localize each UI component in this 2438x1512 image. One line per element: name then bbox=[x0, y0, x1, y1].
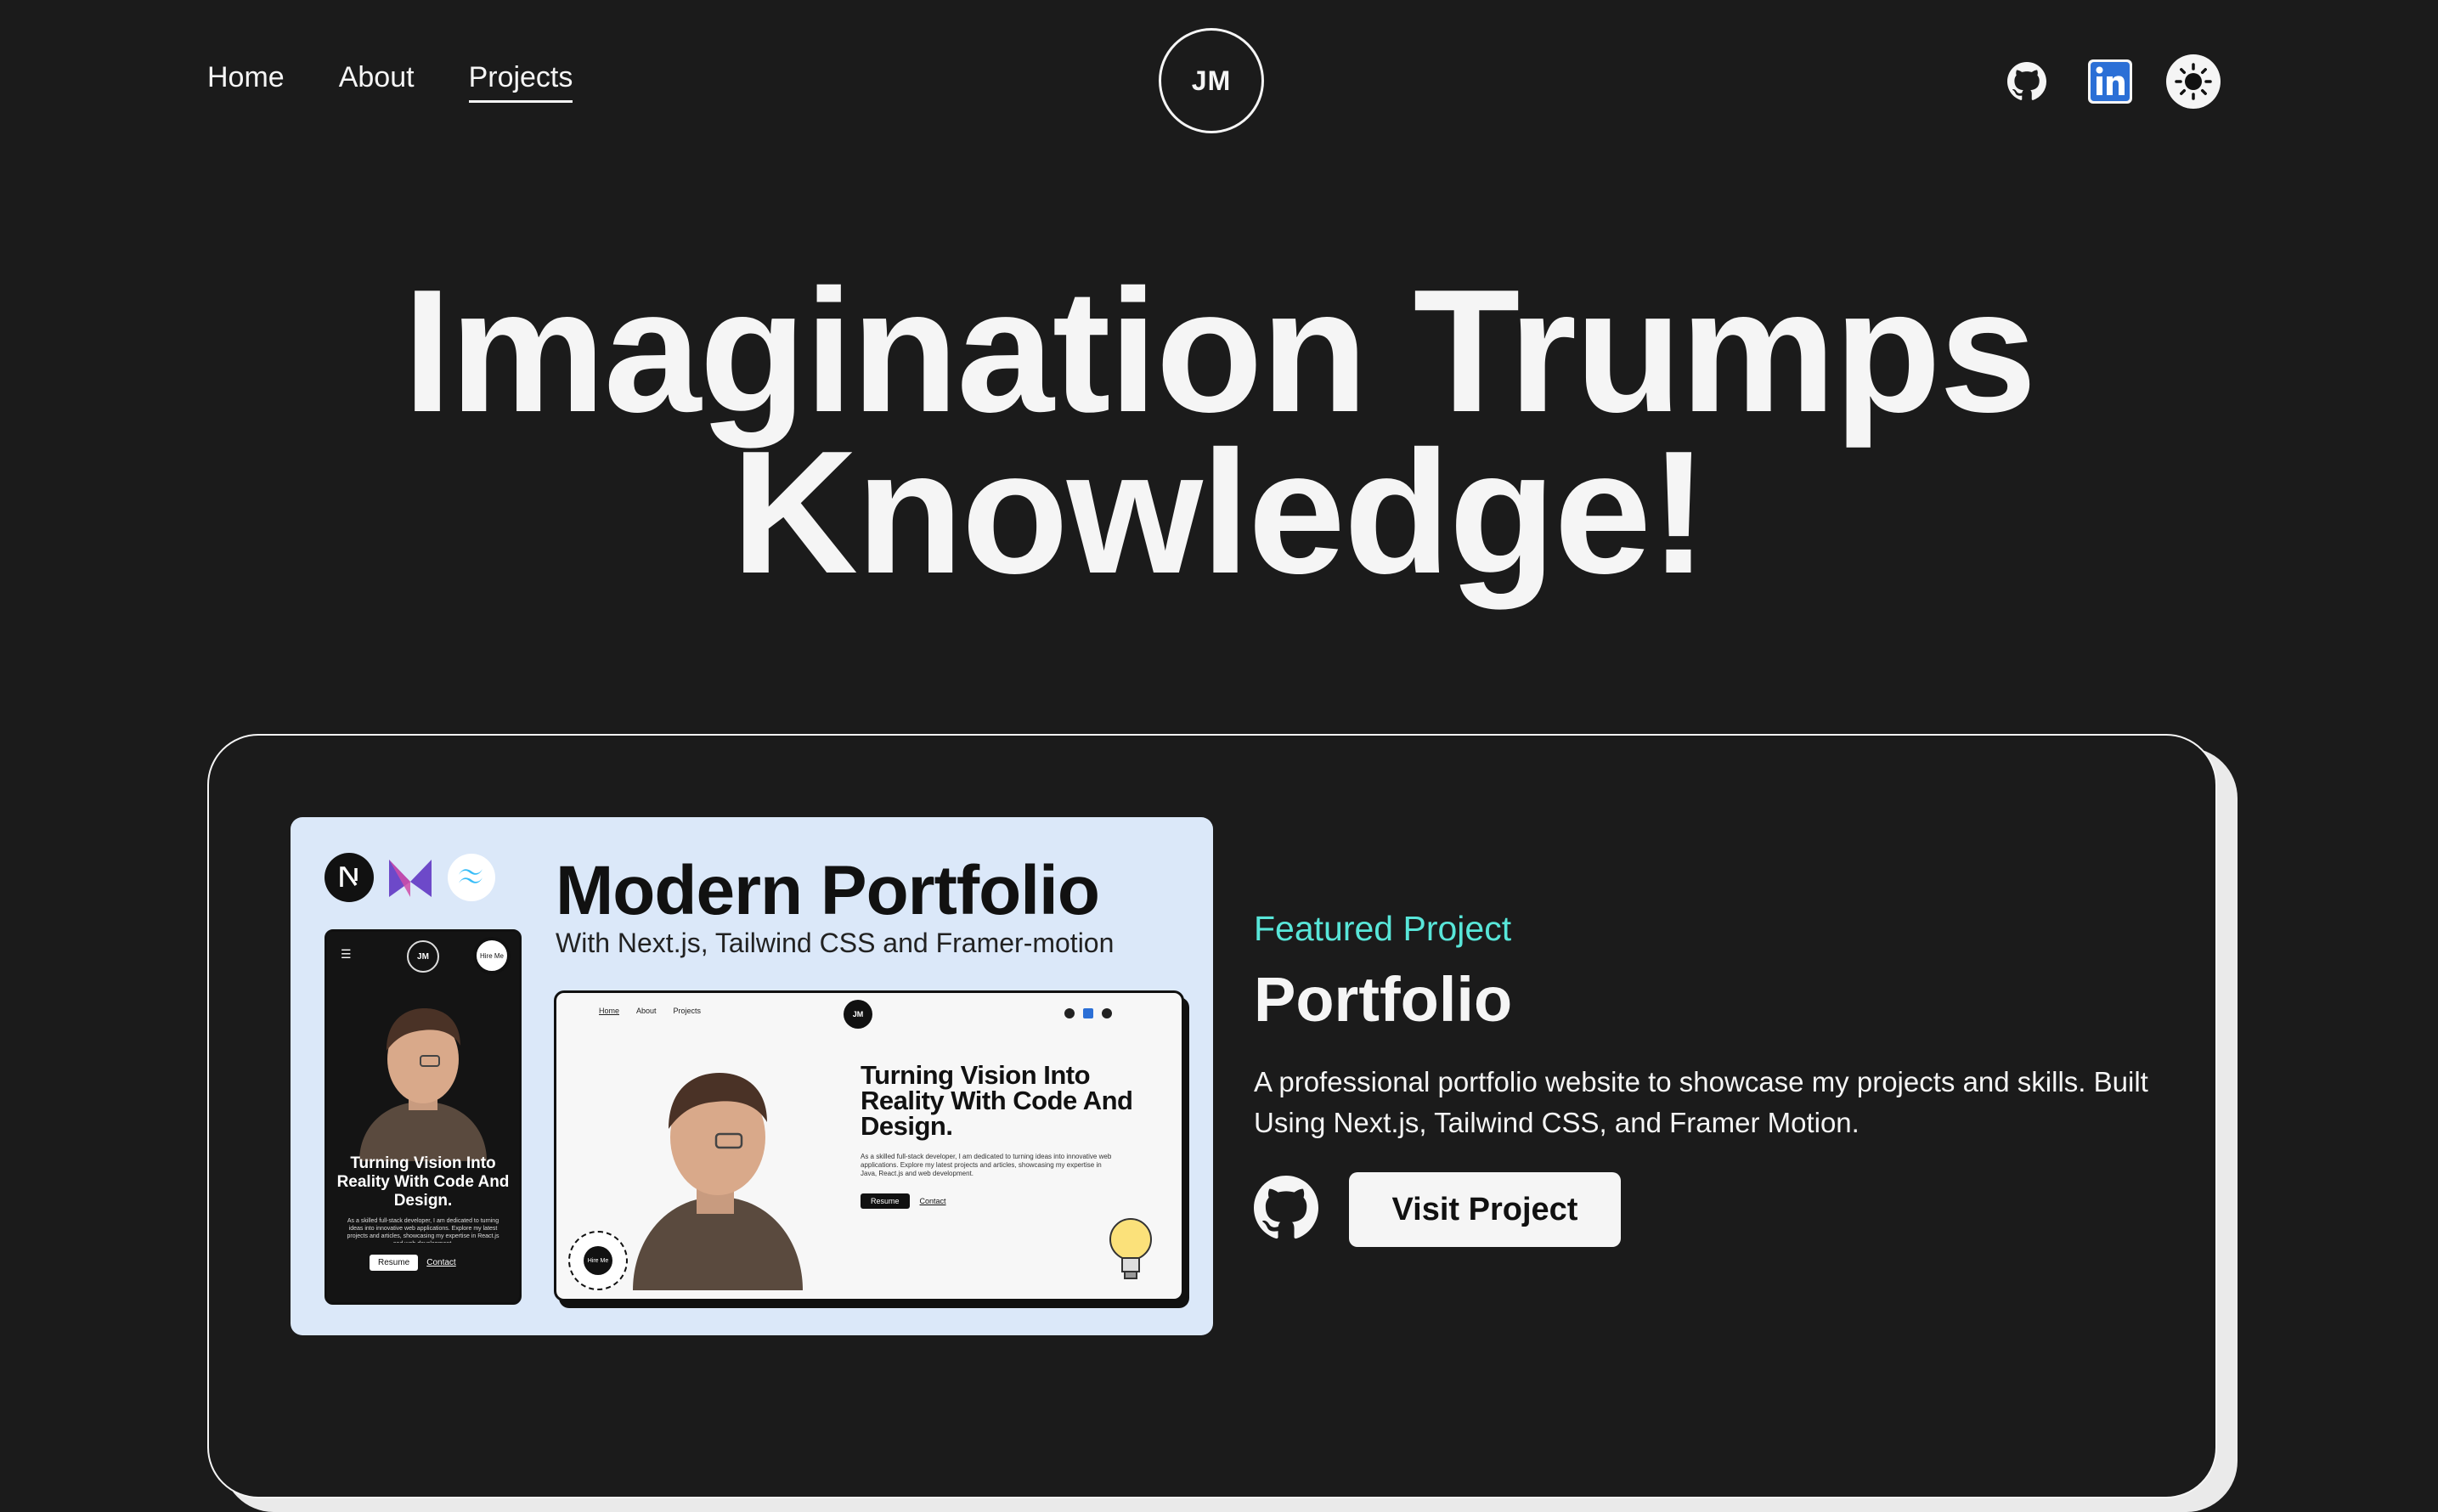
project-screenshot[interactable]: Modern Portfolio With Next.js, Tailwind … bbox=[291, 817, 1213, 1335]
laptop-theme-icon bbox=[1102, 1008, 1112, 1018]
laptop-linkedin-icon bbox=[1083, 1008, 1093, 1018]
avatar-portrait-image bbox=[359, 1008, 487, 1161]
phone-contact-link: Contact bbox=[426, 1258, 456, 1267]
framer-motion-icon bbox=[389, 860, 432, 897]
project-github-icon[interactable] bbox=[1254, 1176, 1318, 1240]
laptop-nav: Home About Projects bbox=[599, 1007, 701, 1015]
laptop-nav-home: Home bbox=[599, 1007, 620, 1015]
laptop-resume-button: Resume bbox=[861, 1193, 910, 1209]
laptop-github-icon bbox=[1064, 1008, 1075, 1018]
tailwind-icon bbox=[448, 854, 495, 901]
phone-buttons: Resume Contact bbox=[370, 1255, 456, 1271]
phone-hire-badge: Hire Me bbox=[473, 937, 511, 974]
nextjs-icon bbox=[325, 853, 374, 902]
laptop-buttons: Resume Contact bbox=[861, 1193, 946, 1209]
site-logo[interactable]: JM bbox=[1159, 28, 1264, 133]
laptop-hire-badge: Hire Me bbox=[568, 1231, 628, 1290]
screenshot-subtitle: With Next.js, Tailwind CSS and Framer-mo… bbox=[556, 928, 1115, 958]
hamburger-menu-icon: ☰ bbox=[341, 947, 352, 961]
laptop-avatar-portrait-image bbox=[633, 1073, 803, 1290]
theme-toggle-sun-icon[interactable] bbox=[2166, 54, 2221, 109]
laptop-mockup: Home About Projects JM Turning Vision In… bbox=[554, 990, 1184, 1301]
laptop-contact-link: Contact bbox=[919, 1197, 946, 1205]
laptop-social-icons bbox=[1064, 1008, 1112, 1018]
featured-project-label: Featured Project bbox=[1254, 909, 1512, 948]
github-icon[interactable] bbox=[2005, 59, 2049, 104]
visit-project-button[interactable]: Visit Project bbox=[1349, 1172, 1621, 1247]
social-links bbox=[2005, 54, 2221, 109]
hero-line-1: Imagination Trumps bbox=[403, 253, 2036, 449]
linkedin-icon[interactable] bbox=[2088, 59, 2132, 104]
phone-resume-button: Resume bbox=[370, 1255, 419, 1271]
nav-link-home[interactable]: Home bbox=[207, 61, 285, 99]
phone-logo: JM bbox=[407, 940, 439, 973]
laptop-hire-label: Hire Me bbox=[584, 1246, 612, 1275]
laptop-nav-about: About bbox=[636, 1007, 657, 1015]
phone-heading: Turning Vision Into Reality With Code An… bbox=[336, 1154, 510, 1210]
laptop-paragraph: As a skilled full-stack developer, I am … bbox=[861, 1153, 1112, 1177]
laptop-logo: JM bbox=[844, 1000, 872, 1029]
hero-heading: Imagination Trumps Knowledge! bbox=[0, 253, 2438, 610]
phone-paragraph: As a skilled full-stack developer, I am … bbox=[347, 1218, 499, 1243]
nav-link-about[interactable]: About bbox=[339, 61, 415, 99]
hero-line-2: Knowledge! bbox=[731, 415, 1707, 610]
top-nav: Home About Projects JM bbox=[0, 0, 2438, 161]
nav-links: Home About Projects bbox=[207, 61, 573, 103]
laptop-nav-projects: Projects bbox=[673, 1007, 702, 1015]
nav-link-projects[interactable]: Projects bbox=[468, 61, 573, 103]
laptop-heading: Turning Vision Into Reality With Code An… bbox=[861, 1060, 1133, 1141]
tech-icons bbox=[325, 853, 496, 902]
project-title[interactable]: Portfolio bbox=[1254, 963, 1512, 1035]
screenshot-title: Modern Portfolio bbox=[556, 852, 1100, 929]
phone-mockup: ☰ JM Hire Me Turning Vision Into Reality… bbox=[325, 929, 522, 1305]
lightbulb-icon bbox=[1109, 1218, 1152, 1279]
project-description: A professional portfolio website to show… bbox=[1254, 1066, 2148, 1138]
